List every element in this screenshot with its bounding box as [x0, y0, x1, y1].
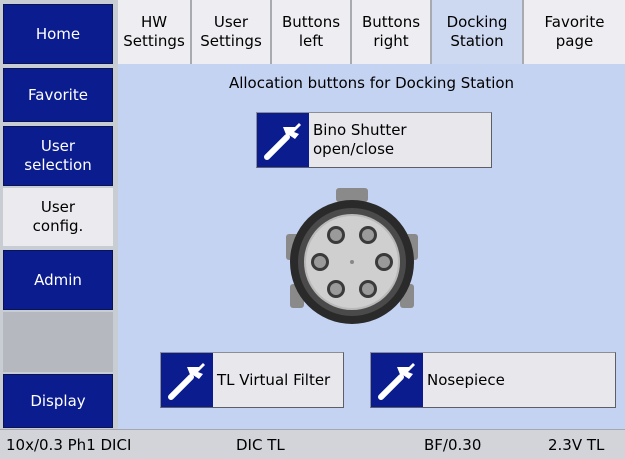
wrench-icon [161, 353, 213, 407]
bino-shutter-label: Bino Shutter open/close [313, 121, 407, 158]
status-filter: BF/0.30 [424, 436, 482, 454]
status-objective: 10x/0.3 Ph1 DICI [6, 436, 132, 454]
wrench-icon [371, 353, 423, 407]
page-title: Allocation buttons for Docking Station [228, 74, 515, 92]
tl-virtual-filter-button[interactable]: TL Virtual Filter [160, 352, 344, 408]
sidebar-item-display[interactable]: Display [3, 374, 113, 428]
tl-virtual-filter-label: TL Virtual Filter [217, 370, 331, 389]
status-contrast: DIC TL [236, 436, 285, 454]
tab-docking-station[interactable]: Docking Station [432, 0, 524, 64]
docking-station-dial [276, 184, 428, 336]
sidebar-item-favorite[interactable]: Favorite [3, 68, 113, 122]
status-bar: 10x/0.3 Ph1 DICI DIC TL BF/0.30 2.3V TL [0, 429, 625, 459]
tab-buttons-left[interactable]: Buttons left [272, 0, 352, 64]
tab-bar: HW Settings User Settings Buttons left B… [118, 0, 625, 64]
tab-buttons-right[interactable]: Buttons right [352, 0, 432, 64]
tab-user-settings[interactable]: User Settings [192, 0, 272, 64]
tab-hw-settings[interactable]: HW Settings [118, 0, 192, 64]
sidebar-blank-slot [3, 312, 113, 372]
nosepiece-label: Nosepiece [427, 370, 505, 389]
nosepiece-button[interactable]: Nosepiece [370, 352, 616, 408]
sidebar-item-home[interactable]: Home [3, 4, 113, 64]
sidebar-item-user-selection[interactable]: User selection [3, 126, 113, 186]
bino-shutter-button[interactable]: Bino Shutter open/close [256, 112, 492, 168]
sidebar-item-admin[interactable]: Admin [3, 250, 113, 310]
status-lamp: 2.3V TL [548, 436, 605, 454]
wrench-icon [257, 113, 309, 167]
sidebar: Home Favorite User selection User config… [0, 0, 118, 429]
sidebar-item-user-config[interactable]: User config. [3, 188, 113, 246]
docking-station-panel: Allocation buttons for Docking Station B… [118, 64, 625, 429]
tab-favorite-page[interactable]: Favorite page [524, 0, 625, 64]
